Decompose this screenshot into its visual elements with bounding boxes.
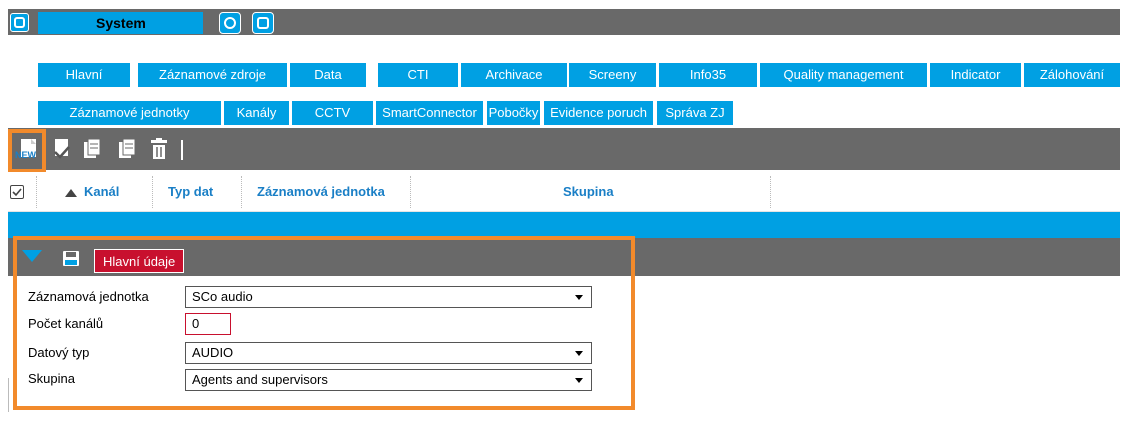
copy-icon[interactable] xyxy=(117,138,137,160)
tab-main-2[interactable]: Data xyxy=(290,63,366,87)
chevron-down-icon xyxy=(575,351,583,356)
label-skupina: Skupina xyxy=(28,371,75,386)
column-divider xyxy=(770,176,771,208)
tab-sub-2[interactable]: CCTV xyxy=(292,101,373,125)
column-divider xyxy=(36,176,37,208)
select-datovy-typ[interactable]: AUDIO xyxy=(185,342,592,364)
tab-main-4[interactable]: Archivace xyxy=(461,63,567,87)
tab-main-9[interactable]: Zálohování xyxy=(1024,63,1120,87)
select-all-checkbox[interactable] xyxy=(10,185,24,199)
copy-icon[interactable] xyxy=(82,138,102,160)
toolbar xyxy=(8,128,1120,170)
tab-main-8[interactable]: Indicator xyxy=(930,63,1021,87)
label-datovy-typ: Datový typ xyxy=(28,345,90,360)
tab-sub-0[interactable]: Záznamové jednotky xyxy=(38,101,221,125)
select-zaznamova-jednotka[interactable]: SCo audio xyxy=(185,286,592,308)
chevron-down-icon xyxy=(575,378,583,383)
column-divider xyxy=(410,176,411,208)
trash-icon[interactable] xyxy=(149,138,169,160)
label-pocet-kanalu: Počet kanálů xyxy=(28,316,104,331)
column-header-zaznamova-jednotka[interactable]: Záznamová jednotka xyxy=(257,172,385,212)
tab-sub-5[interactable]: Evidence poruch xyxy=(544,101,653,125)
tab-main-0[interactable]: Hlavní xyxy=(38,63,130,87)
select-value: Agents and supervisors xyxy=(192,372,328,387)
toolbar-separator xyxy=(181,140,183,160)
select-value: AUDIO xyxy=(192,345,234,360)
new-icon[interactable]: NEW xyxy=(14,138,42,160)
input-pocet-kanalu[interactable]: 0 xyxy=(185,313,231,335)
select-skupina[interactable]: Agents and supervisors xyxy=(185,369,592,391)
tab-sub-1[interactable]: Kanály xyxy=(224,101,289,125)
tab-sub-3[interactable]: SmartConnector xyxy=(376,101,483,125)
screen-capture-icon[interactable] xyxy=(219,12,241,34)
system-title[interactable]: System xyxy=(38,12,203,34)
tab-main-6[interactable]: Info35 xyxy=(659,63,757,87)
edit-check-icon[interactable] xyxy=(52,138,72,160)
column-divider xyxy=(152,176,153,208)
tab-main-5[interactable]: Screeny xyxy=(569,63,656,87)
tab-main-7[interactable]: Quality management xyxy=(760,63,927,87)
left-border-line xyxy=(8,378,9,412)
select-value: SCo audio xyxy=(192,289,253,304)
tab-main-1[interactable]: Záznamové zdroje xyxy=(138,63,287,87)
column-divider xyxy=(241,176,242,208)
column-header-kanal[interactable]: Kanál xyxy=(84,172,119,212)
tab-main-3[interactable]: CTI xyxy=(378,63,458,87)
system-settings-icon[interactable] xyxy=(252,12,274,34)
sort-ascending-icon xyxy=(65,189,77,197)
column-header-skupina[interactable]: Skupina xyxy=(563,172,614,212)
selected-grid-row[interactable] xyxy=(8,212,1120,238)
column-header-typ-dat[interactable]: Typ dat xyxy=(168,172,213,212)
check-icon xyxy=(12,188,22,197)
system-app-icon[interactable] xyxy=(10,13,29,32)
new-icon-label: NEW xyxy=(15,150,37,160)
chevron-down-icon xyxy=(575,295,583,300)
label-zaznamova-jednotka: Záznamová jednotka xyxy=(28,289,149,304)
tab-sub-6[interactable]: Správa ZJ xyxy=(657,101,733,125)
tab-sub-4[interactable]: Pobočky xyxy=(487,101,540,125)
